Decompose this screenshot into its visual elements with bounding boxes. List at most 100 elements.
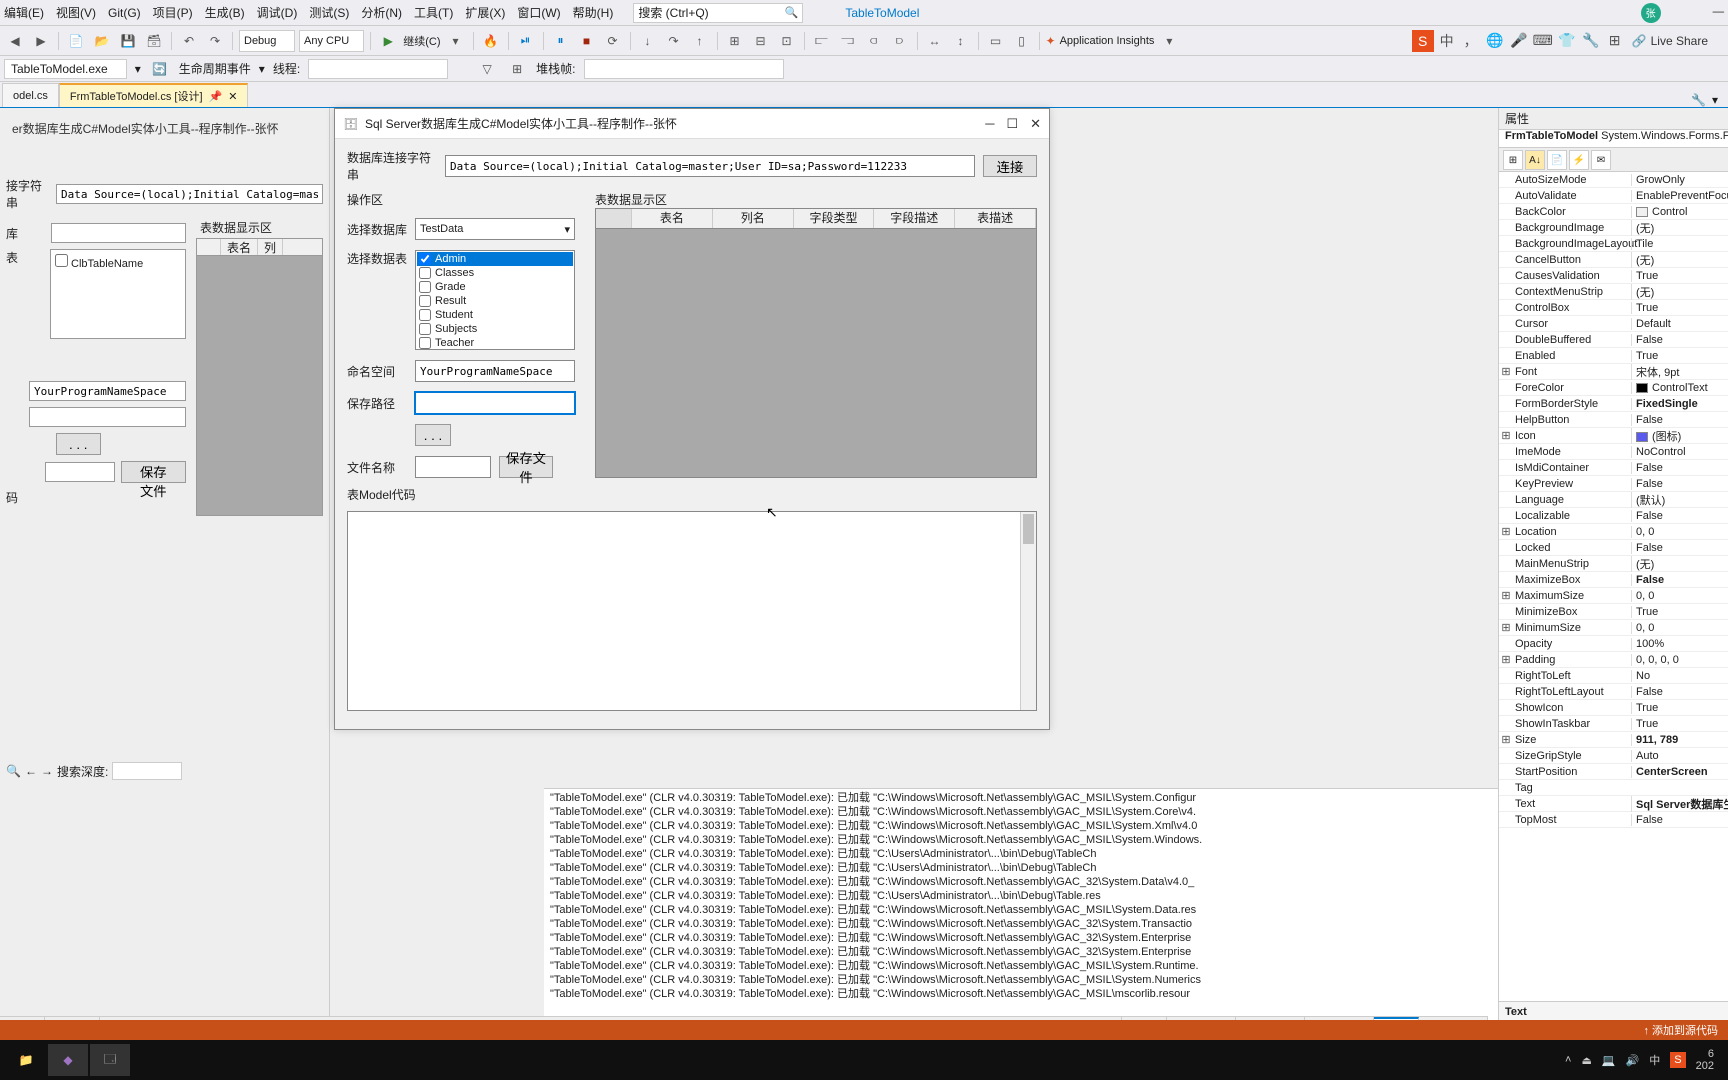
property-row[interactable]: ⊞MinimumSize0, 0 <box>1499 620 1728 636</box>
tray-sogou-icon[interactable]: S <box>1670 1052 1685 1068</box>
avatar[interactable]: 张 <box>1641 3 1661 23</box>
chk-student[interactable] <box>419 309 431 321</box>
layout1-icon[interactable]: ⊞ <box>724 30 746 52</box>
order1-icon[interactable]: ▭ <box>985 30 1007 52</box>
pin-icon[interactable]: 📌 <box>209 90 223 103</box>
tab-frmtabletomodel[interactable]: FrmTableToModel.cs [设计] 📌 ✕ <box>59 83 249 107</box>
property-row[interactable]: Tag <box>1499 780 1728 796</box>
layout3-icon[interactable]: ⊡ <box>776 30 798 52</box>
tray-volume-icon[interactable]: 🔊 <box>1626 1054 1640 1067</box>
dropdown-icon[interactable]: ▾ <box>1712 93 1718 107</box>
ime-skin-icon[interactable]: 👕 <box>1556 30 1578 52</box>
db-combo[interactable]: TestData▾ <box>415 218 575 240</box>
ime-mic-icon[interactable]: 🎤 <box>1508 30 1530 52</box>
tab-modelcs[interactable]: odel.cs <box>2 83 59 107</box>
toolbox-icon[interactable]: 🔧 <box>1691 93 1706 107</box>
property-row[interactable]: BackColorControl <box>1499 204 1728 220</box>
ime-globe-icon[interactable]: 🌐 <box>1484 30 1506 52</box>
properties-grid[interactable]: AutoSizeModeGrowOnlyAutoValidateEnablePr… <box>1499 172 1728 1001</box>
insights-icon[interactable]: ✦ <box>1046 34 1056 48</box>
menu-debug[interactable]: 调试(D) <box>257 4 298 21</box>
chk-grade[interactable] <box>419 281 431 293</box>
spacing2-icon[interactable]: ↕ <box>950 30 972 52</box>
pause-icon[interactable]: ⏸ <box>550 30 572 52</box>
minimize-icon[interactable]: ─ <box>985 116 994 132</box>
bg-save-button[interactable]: 保存文件 <box>121 461 186 483</box>
restart-icon[interactable]: ⟳ <box>602 30 624 52</box>
form-titlebar[interactable]: 🗄 Sql Server数据库生成C#Model实体小工具--程序制作--张怀 … <box>335 109 1049 139</box>
hot-reload-icon[interactable]: 🔥 <box>480 30 502 52</box>
property-row[interactable]: ⊞Location0, 0 <box>1499 524 1728 540</box>
config-combo[interactable]: Debug <box>239 30 295 52</box>
messages-icon[interactable]: ✉ <box>1591 150 1611 170</box>
property-row[interactable]: ContextMenuStrip(无) <box>1499 284 1728 300</box>
ime-grid-icon[interactable]: ⊞ <box>1604 30 1626 52</box>
filename-input[interactable] <box>415 456 491 478</box>
property-row[interactable]: ⊞Font宋体, 9pt <box>1499 364 1728 380</box>
chk-admin[interactable] <box>419 253 431 265</box>
filter-icon[interactable]: ▽ <box>476 58 498 80</box>
bg-chk-item[interactable] <box>55 254 68 267</box>
property-row[interactable]: RightToLeftNo <box>1499 668 1728 684</box>
tray-network-icon[interactable]: 💻 <box>1602 1054 1616 1067</box>
property-row[interactable]: ⊞Padding0, 0, 0, 0 <box>1499 652 1728 668</box>
chk-teacher[interactable] <box>419 337 431 349</box>
property-row[interactable]: CancelButton(无) <box>1499 252 1728 268</box>
tray-up-icon[interactable]: ˄ <box>1565 1054 1571 1066</box>
align3-icon[interactable]: ⫏ <box>863 30 885 52</box>
property-row[interactable]: ShowIconTrue <box>1499 700 1728 716</box>
property-row[interactable]: Opacity100% <box>1499 636 1728 652</box>
ime-zh-icon[interactable]: 中 <box>1436 30 1458 52</box>
dropdown-icon[interactable]: ▾ <box>1158 30 1180 52</box>
bg-db-combo[interactable] <box>51 223 186 243</box>
data-grid[interactable]: 表名 列名 字段类型 字段描述 表描述 <box>595 208 1037 478</box>
bg-conn-input[interactable] <box>56 184 323 204</box>
property-row[interactable]: ImeModeNoControl <box>1499 444 1728 460</box>
property-row[interactable]: MainMenuStrip(无) <box>1499 556 1728 572</box>
connect-button[interactable]: 连接 <box>983 155 1037 177</box>
platform-combo[interactable]: Any CPU <box>299 30 364 52</box>
bg-path-input[interactable] <box>29 407 186 427</box>
tray-eject-icon[interactable]: ⏏ <box>1581 1054 1591 1067</box>
output-text[interactable]: "TableToModel.exe" (CLR v4.0.30319: Tabl… <box>544 789 1498 1003</box>
add-to-source[interactable]: ↑ 添加到源代码 <box>1643 1022 1718 1038</box>
menu-test[interactable]: 测试(S) <box>309 4 349 21</box>
search-icon[interactable]: 🔍 <box>6 764 21 778</box>
property-row[interactable]: TextSql Server数据库生成 <box>1499 796 1728 812</box>
spacing1-icon[interactable]: ↔ <box>924 30 946 52</box>
property-row[interactable]: AutoSizeModeGrowOnly <box>1499 172 1728 188</box>
continue-button[interactable]: ▶ <box>377 30 399 52</box>
property-row[interactable]: ControlBoxTrue <box>1499 300 1728 316</box>
menu-help[interactable]: 帮助(H) <box>573 4 614 21</box>
events-icon[interactable]: ⚡ <box>1569 150 1589 170</box>
property-row[interactable]: LockedFalse <box>1499 540 1728 556</box>
alphabetical-icon[interactable]: A↓ <box>1525 150 1545 170</box>
tray-ime[interactable]: 中 <box>1649 1052 1660 1068</box>
menu-git[interactable]: Git(G) <box>108 6 141 20</box>
table-checklist[interactable]: Admin Classes Grade Result Student Subje… <box>415 250 575 350</box>
property-row[interactable]: MaximizeBoxFalse <box>1499 572 1728 588</box>
code-textbox[interactable] <box>347 511 1037 711</box>
step-over-icon[interactable]: ↷ <box>663 30 685 52</box>
property-row[interactable]: CausesValidationTrue <box>1499 268 1728 284</box>
open-icon[interactable]: 📂 <box>91 30 113 52</box>
forward-icon[interactable]: ▶ <box>30 30 52 52</box>
layout2-icon[interactable]: ⊟ <box>750 30 772 52</box>
bg-browse-button[interactable]: . . . <box>56 433 101 455</box>
property-row[interactable]: ⊞Size911, 789 <box>1499 732 1728 748</box>
menu-tools[interactable]: 工具(T) <box>414 4 453 21</box>
stop-icon[interactable]: ■ <box>576 30 598 52</box>
stackframe-combo[interactable] <box>584 59 784 79</box>
property-row[interactable]: DoubleBufferedFalse <box>1499 332 1728 348</box>
menu-edit[interactable]: 编辑(E) <box>4 4 44 21</box>
live-share-button[interactable]: 🔗 Live Share <box>1632 34 1708 48</box>
property-row[interactable]: ForeColorControlText <box>1499 380 1728 396</box>
lifecycle-icon[interactable]: 🔄 <box>149 58 171 80</box>
property-row[interactable]: KeyPreviewFalse <box>1499 476 1728 492</box>
property-row[interactable]: TopMostFalse <box>1499 812 1728 828</box>
property-row[interactable]: SizeGripStyleAuto <box>1499 748 1728 764</box>
maximize-icon[interactable]: ☐ <box>1006 116 1018 132</box>
visual-studio-icon[interactable]: ◆ <box>48 1044 88 1076</box>
align4-icon[interactable]: ⫐ <box>889 30 911 52</box>
browse-button[interactable]: . . . <box>415 424 451 446</box>
